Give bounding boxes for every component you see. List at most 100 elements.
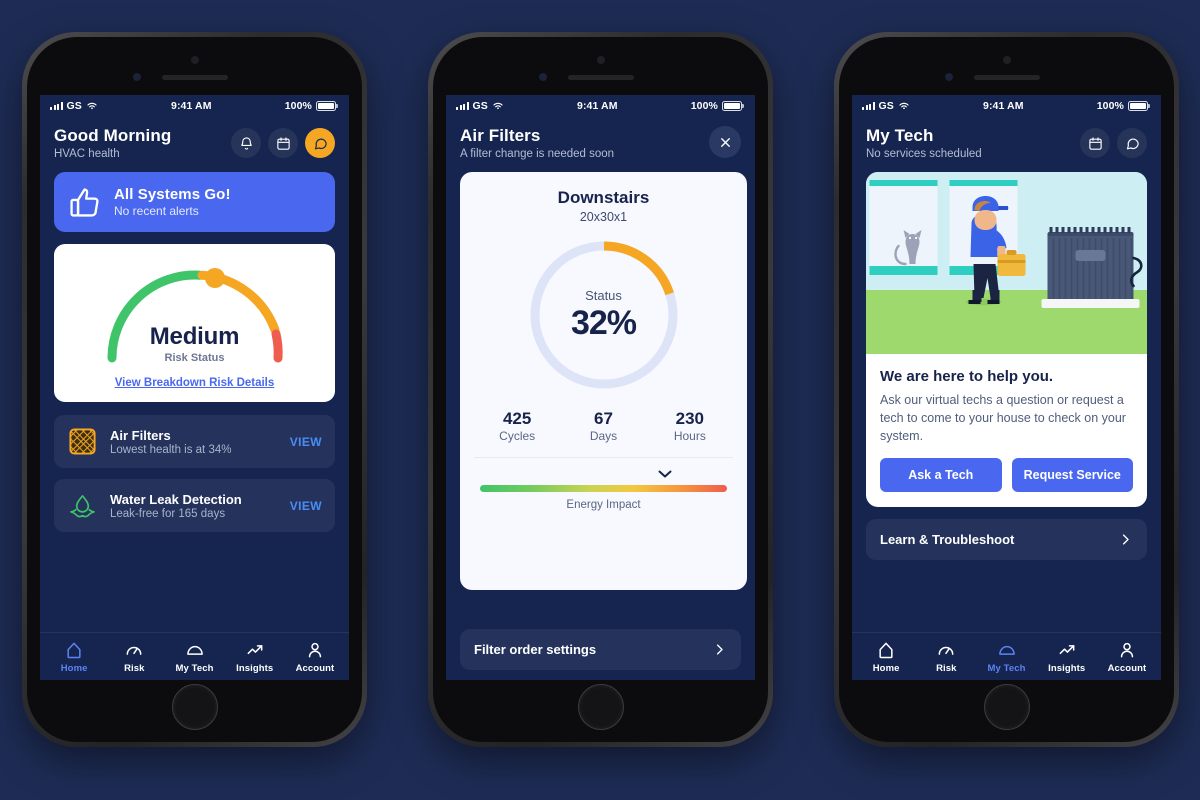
- stat-hours: 230 Hours: [647, 409, 733, 443]
- cap-icon: [186, 645, 203, 655]
- screenshot-stage: GS 9:41 AM 100% Good Morning HVAC health…: [0, 0, 1200, 800]
- nav-label: Insights: [236, 663, 274, 674]
- learn-label: Learn & Troubleshoot: [880, 532, 1015, 548]
- filter-name: Downstairs: [557, 188, 650, 207]
- nav-tab-my-tech[interactable]: My Tech: [976, 640, 1036, 674]
- nav-tab-insights[interactable]: Insights: [1037, 640, 1097, 674]
- learn-troubleshoot-button[interactable]: Learn & Troubleshoot: [866, 519, 1147, 561]
- banner-subtitle: No recent alerts: [114, 204, 199, 218]
- calendar-button[interactable]: [1080, 128, 1110, 158]
- filter-order-settings-button[interactable]: Filter order settings: [460, 629, 741, 670]
- chevron-right-icon: [716, 644, 723, 655]
- signal-icon: [862, 102, 875, 110]
- nav-tab-risk[interactable]: Risk: [916, 640, 976, 674]
- donut-value: 32%: [570, 303, 637, 342]
- battery-percent-label: 100%: [1096, 100, 1124, 112]
- nav-tab-insights[interactable]: Insights: [225, 640, 285, 674]
- nav-tab-risk[interactable]: Risk: [104, 640, 164, 674]
- carrier-label: GS: [878, 100, 894, 112]
- stat-cycles: 425 Cycles: [474, 409, 560, 443]
- banner-title: All Systems Go!: [114, 186, 231, 203]
- risk-status-label: Risk Status: [164, 352, 225, 364]
- energy-marker: [480, 470, 727, 482]
- chat-button[interactable]: [1117, 128, 1147, 158]
- nav-tab-home[interactable]: Home: [856, 640, 916, 674]
- nav-label: Home: [60, 663, 88, 674]
- nav-tab-home[interactable]: Home: [44, 640, 104, 674]
- close-button[interactable]: [709, 126, 741, 158]
- help-card: We are here to help you. Ask our virtual…: [866, 172, 1147, 508]
- home-button[interactable]: [577, 684, 624, 730]
- wifi-icon: [87, 102, 97, 110]
- nav-tab-account[interactable]: Account: [1097, 640, 1157, 674]
- trending-up-icon: [1059, 645, 1075, 655]
- filter-carousel[interactable]: Downstairs 20x30x1 Status 32% 425 Cycles…: [460, 172, 747, 590]
- request-service-button[interactable]: Request Service: [1011, 458, 1133, 493]
- risk-gauge: Medium Risk Status: [90, 258, 300, 366]
- energy-gradient-bar: [480, 485, 727, 492]
- stat-label: Cycles: [499, 429, 536, 443]
- proximity-sensor: [190, 56, 199, 64]
- filter-mesh-icon: [67, 426, 98, 457]
- page-title: Good Morning: [54, 126, 172, 145]
- header-actions: [1080, 126, 1147, 158]
- risk-gauge-card: Medium Risk Status View Breakdown Risk D…: [54, 244, 335, 402]
- ask-a-tech-button[interactable]: Ask a Tech: [880, 458, 1002, 493]
- calendar-icon: [276, 136, 290, 150]
- phone-1-screen: GS 9:41 AM 100% Good Morning HVAC health…: [40, 95, 349, 680]
- view-button[interactable]: VIEW: [290, 499, 322, 513]
- page-subtitle: No services scheduled: [866, 148, 982, 160]
- water-drop-icon: [67, 490, 98, 521]
- clock-label: 9:41 AM: [983, 100, 1024, 112]
- nav-tab-account[interactable]: Account: [285, 640, 345, 674]
- list-item-title: Water Leak Detection: [110, 491, 242, 507]
- status-bar: GS 9:41 AM 100%: [40, 95, 349, 117]
- view-breakdown-link[interactable]: View Breakdown Risk Details: [115, 377, 275, 389]
- thumbs-up-icon: [70, 187, 99, 217]
- stat-label: Days: [589, 429, 618, 443]
- nav-tab-my-tech[interactable]: My Tech: [164, 640, 224, 674]
- earpiece-speaker: [973, 75, 1040, 80]
- home-button[interactable]: [171, 684, 218, 730]
- stat-label: Hours: [673, 429, 706, 443]
- battery-icon: [1128, 101, 1148, 111]
- all-systems-banner[interactable]: All Systems Go! No recent alerts: [54, 172, 335, 232]
- header-actions: [231, 126, 335, 158]
- phone-1-header: Good Morning HVAC health: [40, 117, 349, 172]
- chat-button[interactable]: [305, 128, 335, 158]
- chevron-right-icon: [1122, 534, 1129, 545]
- list-item-water-leak[interactable]: Water Leak Detection Leak-free for 165 d…: [54, 479, 335, 532]
- divider: [474, 457, 733, 458]
- page-subtitle: HVAC health: [54, 148, 120, 160]
- page-subtitle: A filter change is needed soon: [460, 148, 615, 160]
- donut-label: Status: [585, 287, 622, 303]
- home-button[interactable]: [983, 684, 1030, 730]
- stat-days: 67 Days: [560, 409, 646, 443]
- filter-card-downstairs[interactable]: Downstairs 20x30x1 Status 32% 425 Cycles…: [460, 172, 747, 590]
- carrier-label: GS: [66, 100, 82, 112]
- chat-icon: [314, 138, 327, 149]
- status-bar: GS 9:41 AM 100%: [852, 95, 1161, 117]
- view-button[interactable]: VIEW: [290, 435, 322, 449]
- help-title: We are here to help you.: [880, 368, 1054, 385]
- list-item-air-filters[interactable]: Air Filters Lowest health is at 34% VIEW: [54, 415, 335, 468]
- list-item-subtitle: Leak-free for 165 days: [110, 507, 226, 520]
- phone-3-frame: GS 9:41 AM 100% My Tech No services sche…: [834, 32, 1179, 747]
- person-icon: [308, 642, 322, 658]
- proximity-sensor: [596, 56, 605, 64]
- phone-2-content: Downstairs 20x30x1 Status 32% 425 Cycles…: [446, 172, 755, 618]
- nav-label: My Tech: [987, 663, 1026, 674]
- earpiece-speaker: [567, 75, 634, 80]
- wifi-icon: [493, 102, 503, 110]
- page-title: Air Filters: [460, 126, 541, 145]
- signal-icon: [456, 102, 469, 110]
- clock-label: 9:41 AM: [171, 100, 212, 112]
- energy-impact-meter: Energy Impact: [474, 470, 733, 511]
- nav-label: Insights: [1048, 663, 1086, 674]
- phone-3-screen: GS 9:41 AM 100% My Tech No services sche…: [852, 95, 1161, 680]
- cap-icon: [998, 645, 1015, 655]
- calendar-button[interactable]: [268, 128, 298, 158]
- battery-percent-label: 100%: [690, 100, 718, 112]
- earpiece-speaker: [161, 75, 228, 80]
- notifications-button[interactable]: [231, 128, 261, 158]
